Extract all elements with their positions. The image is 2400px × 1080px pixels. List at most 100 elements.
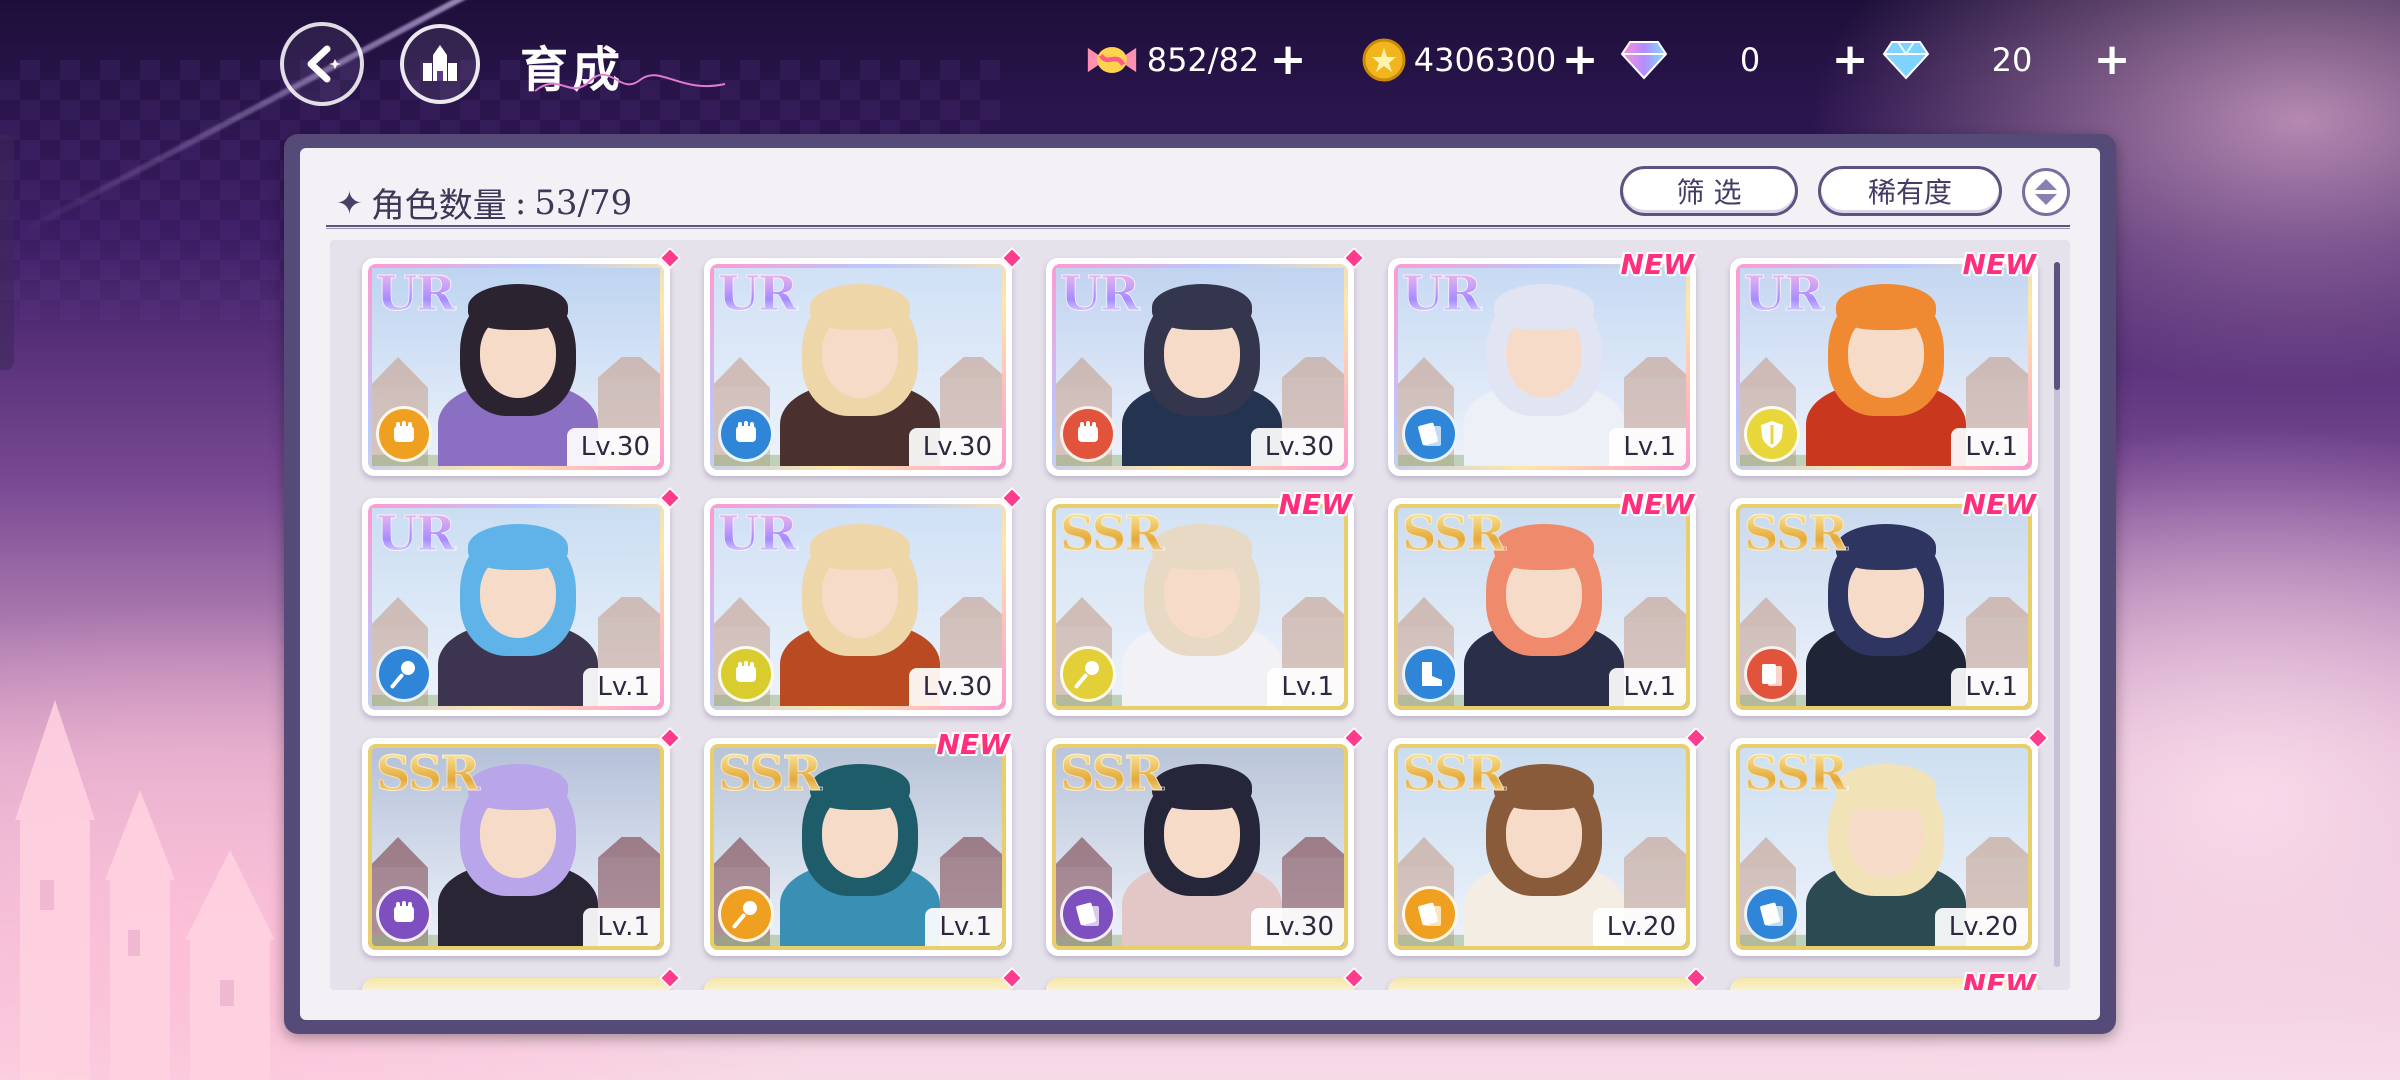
sparkle-icon: ✦ [336, 183, 363, 222]
rarity-label: SSR [717, 746, 822, 803]
character-count-value: 53/79 [534, 182, 633, 223]
character-portrait: SSR Lv.20 [1394, 744, 1690, 950]
grid-scroll-thumb[interactable] [2054, 262, 2060, 390]
filter-button[interactable]: 筛 选 [1620, 166, 1798, 216]
fist-icon [376, 886, 432, 942]
gold-coin-icon [1358, 34, 1410, 86]
character-portrait: SSR Lv.20 [1736, 744, 2032, 950]
card-icon [1744, 646, 1800, 702]
new-badge: NEW [1620, 488, 1694, 521]
wand-icon [718, 886, 774, 942]
candy-currency: 852/82 + [1086, 30, 1308, 90]
rarity-label: UR [1402, 266, 1483, 323]
new-badge: NEW [936, 728, 1010, 761]
grid-bottom-mask [330, 990, 2070, 1020]
blue-gem-add-button[interactable]: + [2092, 38, 2132, 82]
book-icon [1402, 406, 1458, 462]
candy-icon [1086, 34, 1138, 86]
level-label: Lv.1 [583, 668, 660, 706]
character-count-label: 角色数量 [370, 186, 507, 226]
level-label: Lv.30 [1250, 428, 1344, 466]
rarity-label: UR [376, 266, 457, 323]
level-label: Lv.1 [1951, 668, 2028, 706]
title-decoration [534, 73, 726, 92]
character-portrait: UR Lv.30 [368, 264, 664, 470]
character-portrait: UR Lv.1 [1394, 264, 1690, 470]
character-count-colon: : [514, 182, 527, 223]
level-label: Lv.30 [908, 428, 1002, 466]
character-portrait: SSR Lv.1 [1736, 504, 2032, 710]
character-card[interactable]: SSR Lv.1 NEW [1046, 488, 1354, 716]
sort-arrows-icon [2035, 179, 2057, 205]
character-card[interactable]: SSR Lv.1 NEW [1388, 488, 1696, 716]
rarity-label: SSR [1401, 506, 1506, 563]
level-label: Lv.30 [908, 668, 1002, 706]
fist-icon [1060, 406, 1116, 462]
new-badge: NEW [1962, 248, 2036, 281]
book-icon [1402, 886, 1458, 942]
book-icon [1060, 886, 1116, 942]
character-card[interactable]: SSR Lv.1 NEW [1730, 488, 2038, 716]
level-label: Lv.20 [1934, 908, 2028, 946]
fist-icon [718, 406, 774, 462]
rarity-label: SSR [1059, 746, 1164, 803]
level-label: Lv.1 [1267, 668, 1344, 706]
rarity-label: SSR [1059, 506, 1164, 563]
candy-value: 852/82 [1146, 41, 1260, 79]
shield-icon [1744, 406, 1800, 462]
character-card[interactable]: UR Lv.30 [1046, 246, 1366, 476]
rainbow-gem-currency: 0 + [1618, 30, 1870, 90]
candy-add-button[interactable]: + [1268, 38, 1308, 82]
character-portrait: UR Lv.30 [710, 504, 1006, 710]
character-card[interactable]: SSR Lv.20 [1730, 726, 2050, 956]
character-card[interactable]: UR Lv.30 [704, 486, 1024, 716]
level-label: Lv.1 [925, 908, 1002, 946]
character-card[interactable]: SSR Lv.20 [1388, 726, 1708, 956]
rarity-label: SSR [1743, 746, 1848, 803]
character-portrait: SSR Lv.30 [1052, 744, 1348, 950]
level-label: Lv.20 [1592, 908, 1686, 946]
new-badge: NEW [1620, 248, 1694, 281]
wand-icon [376, 646, 432, 702]
rarity-label: UR [1744, 266, 1825, 323]
character-card[interactable]: UR Lv.1 NEW [1730, 248, 2038, 476]
character-card[interactable]: SSR Lv.1 NEW [704, 728, 1012, 956]
character-card[interactable]: UR Lv.30 [362, 246, 682, 476]
coin-add-button[interactable]: + [1560, 38, 1600, 82]
character-portrait: UR Lv.30 [1052, 264, 1348, 470]
sort-order-button[interactable] [2022, 168, 2070, 216]
rarity-label: SSR [375, 746, 480, 803]
rainbow-gem-add-button[interactable]: + [1830, 38, 1870, 82]
blue-diamond-icon [1880, 34, 1932, 86]
character-card[interactable]: SSR Lv.1 [362, 726, 682, 956]
character-count: ✦ 角色数量: 53/79 [336, 178, 632, 227]
character-card[interactable]: UR Lv.1 [362, 486, 682, 716]
character-card[interactable]: UR Lv.1 NEW [1388, 248, 1696, 476]
new-badge: NEW [1278, 488, 1352, 521]
character-portrait: SSR Lv.1 [710, 744, 1006, 950]
rarity-label: UR [376, 506, 457, 563]
rarity-label: SSR [1743, 506, 1848, 563]
coin-value: 4306300 [1413, 41, 1557, 79]
blue-gem-currency: 20 + [1880, 30, 2132, 90]
back-button[interactable] [280, 22, 364, 106]
level-label: Lv.1 [1609, 668, 1686, 706]
boot-icon [1402, 646, 1458, 702]
fist-icon [376, 406, 432, 462]
rarity-label: UR [1060, 266, 1141, 323]
level-label: Lv.1 [1609, 428, 1686, 466]
character-card[interactable]: SSR Lv.30 [1046, 726, 1366, 956]
header-divider [326, 225, 2070, 229]
rarity-label: UR [718, 506, 799, 563]
level-label: Lv.1 [1951, 428, 2028, 466]
wand-icon [1060, 646, 1116, 702]
rarity-sort-button[interactable]: 稀有度 [1818, 166, 2002, 216]
character-portrait: SSR Lv.1 [368, 744, 664, 950]
home-button[interactable] [400, 24, 480, 104]
rainbow-gem-value: 0 [1739, 41, 1761, 79]
side-drawer-handle[interactable] [0, 135, 14, 370]
character-portrait: UR Lv.1 [1736, 264, 2032, 470]
coin-currency: 4306300 + [1358, 30, 1600, 90]
blue-gem-value: 20 [1991, 41, 2033, 79]
character-card[interactable]: UR Lv.30 [704, 246, 1024, 476]
